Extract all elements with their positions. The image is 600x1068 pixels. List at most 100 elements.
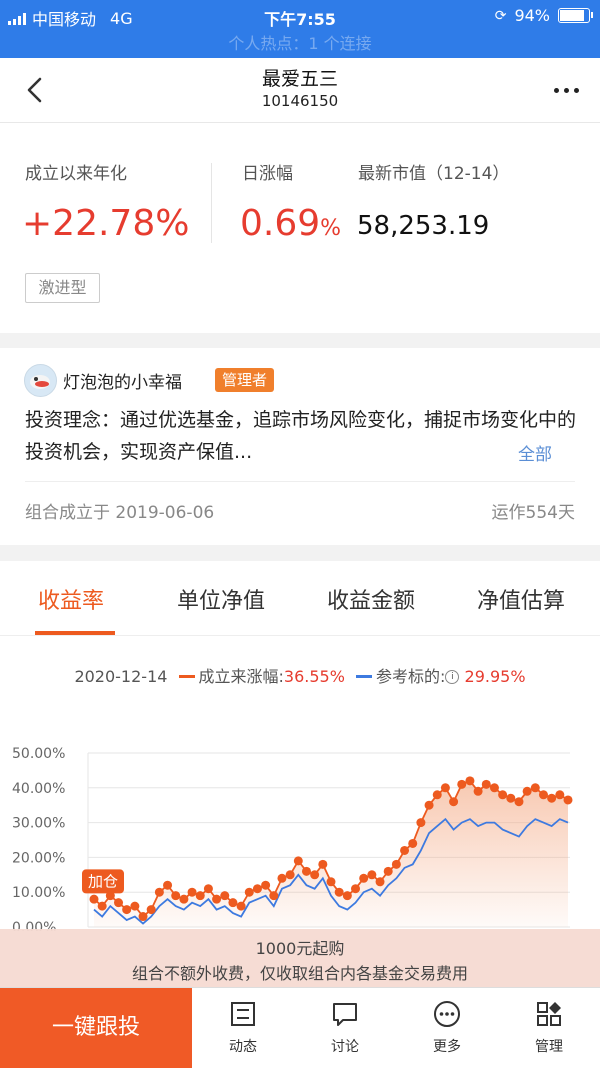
page-title: 最爱五三 xyxy=(261,68,338,90)
trade-point xyxy=(146,905,156,915)
trade-point xyxy=(473,786,483,796)
divider xyxy=(211,163,212,243)
portfolio-code: 10146150 xyxy=(261,92,339,110)
chart-legend: 2020-12-14 成立来涨幅:36.55% 参考标的: i 29.95% xyxy=(0,663,600,687)
bottom-item-more[interactable]: 更多 xyxy=(397,988,497,1068)
legend-benchmark-value: 29.95% xyxy=(464,667,526,686)
trade-point xyxy=(375,877,385,887)
trade-point xyxy=(114,898,124,908)
trade-point xyxy=(236,901,246,911)
hotspot-banner[interactable]: 个人热点：1 个连接 xyxy=(0,30,600,54)
y-tick-label: 20.00% xyxy=(12,850,65,866)
trade-point xyxy=(252,884,262,894)
trade-point xyxy=(122,905,132,915)
trade-point xyxy=(506,793,516,803)
return-chart[interactable]: 50.00%40.00%30.00%20.00%10.00%0.00%加仓 xyxy=(0,731,600,931)
portfolio-area xyxy=(94,780,568,927)
trade-point xyxy=(277,873,287,883)
legend-portfolio-value: 36.55% xyxy=(283,667,345,686)
manager-card: 灯泡泡的小幸福 管理者 投资理念：通过优选基金，追踪市场风险变化，捕捉市场变化中… xyxy=(0,348,600,545)
daily-change-value: 0.69% xyxy=(240,203,342,244)
annual-return-value: +22.78% xyxy=(22,203,190,244)
trade-point xyxy=(408,838,418,848)
trade-point xyxy=(171,891,181,901)
legend-date: 2020-12-14 xyxy=(74,667,168,686)
trade-point xyxy=(310,870,320,880)
bottom-bar: 一键跟投 动态 讨论 更多 管理 xyxy=(0,987,600,1068)
trade-point xyxy=(440,783,450,793)
trade-point xyxy=(457,779,467,789)
trade-point xyxy=(530,783,540,793)
annual-return-label: 成立以来年化 xyxy=(25,164,127,184)
bottom-item-label: 讨论 xyxy=(331,1039,359,1055)
tab-return-amount[interactable]: 收益金额 xyxy=(327,583,415,615)
y-tick-label: 30.00% xyxy=(12,816,65,832)
trade-point xyxy=(89,894,99,904)
nav-bar: 最爱五三 10146150 xyxy=(0,58,600,123)
daily-change-label: 日涨幅 xyxy=(242,164,293,184)
summary-card: 成立以来年化 +22.78% 日涨幅 0.69% 最新市值（12-14） 58,… xyxy=(0,123,600,333)
trade-point xyxy=(228,898,238,908)
bottom-item-label: 动态 xyxy=(229,1039,257,1055)
more-menu-icon[interactable] xyxy=(546,78,586,102)
trade-point xyxy=(261,880,271,890)
trade-point xyxy=(481,779,491,789)
trade-point xyxy=(212,894,222,904)
y-tick-label: 10.00% xyxy=(12,885,65,901)
legend-line-benchmark xyxy=(356,675,373,678)
trade-point xyxy=(179,894,189,904)
trade-point xyxy=(424,800,434,810)
trade-point xyxy=(269,891,279,901)
trade-point xyxy=(538,790,548,800)
more-circle-icon xyxy=(434,1001,460,1027)
trade-point xyxy=(97,901,107,911)
trade-point xyxy=(391,859,401,869)
tab-nav-estimate[interactable]: 净值估算 xyxy=(477,583,565,615)
founded-date: 组合成立于 2019-06-06 xyxy=(25,503,215,523)
trade-point xyxy=(383,866,393,876)
manage-grid-icon xyxy=(537,1002,561,1026)
buy-info-bar: 1000元起购 组合不额外收费，仅收取组合内各基金交易费用 xyxy=(0,929,600,987)
trade-point xyxy=(359,873,369,883)
bottom-item-discuss[interactable]: 讨论 xyxy=(295,988,395,1068)
svg-text:加仓: 加仓 xyxy=(88,872,118,890)
trade-point xyxy=(416,818,426,828)
trade-point xyxy=(342,891,352,901)
status-bar: 中国移动 4G 下午7:55 ⟳ 94% 个人热点：1 个连接 xyxy=(0,0,600,58)
bottom-item-label: 管理 xyxy=(535,1039,563,1055)
manager-name[interactable]: 灯泡泡的小幸福 xyxy=(63,368,182,393)
tab-unit-nav[interactable]: 单位净值 xyxy=(177,583,265,615)
avatar[interactable] xyxy=(24,364,57,397)
show-all-link[interactable]: 全部 xyxy=(518,440,552,465)
bottom-item-manage[interactable]: 管理 xyxy=(499,988,599,1068)
active-tab-indicator xyxy=(35,631,115,635)
trade-point xyxy=(547,793,557,803)
battery-icon xyxy=(558,8,593,23)
legend-line-portfolio xyxy=(178,675,195,678)
trade-point xyxy=(498,790,508,800)
fee-notice-text: 组合不额外收费，仅收取组合内各基金交易费用 xyxy=(131,964,468,983)
trade-point xyxy=(432,790,442,800)
y-tick-label: 50.00% xyxy=(12,746,65,762)
running-days: 运作554天 xyxy=(491,503,575,523)
info-icon[interactable]: i xyxy=(445,669,460,684)
trade-point xyxy=(195,891,205,901)
trade-point xyxy=(244,887,254,897)
market-value-label: 最新市值（12-14） xyxy=(358,164,510,184)
bottom-item-feed[interactable]: 动态 xyxy=(193,988,293,1068)
market-value: 58,253.19 xyxy=(357,211,490,241)
chart-tabs: 收益率 单位净值 收益金额 净值估算 xyxy=(0,561,600,636)
tab-return-rate[interactable]: 收益率 xyxy=(38,583,104,615)
investment-philosophy: 投资理念：通过优选基金，追踪市场风险变化，捕捉市场变化中的投资机会，实现资产保值… xyxy=(25,409,577,463)
risk-tag: 激进型 xyxy=(25,273,100,303)
trade-point xyxy=(489,783,499,793)
follow-invest-button[interactable]: 一键跟投 xyxy=(0,988,192,1068)
trade-point xyxy=(187,887,197,897)
trade-point xyxy=(285,870,295,880)
trade-point xyxy=(563,795,573,805)
trade-point xyxy=(449,797,459,807)
feed-icon xyxy=(231,1002,255,1026)
trade-point xyxy=(318,859,328,869)
legend-portfolio-label: 成立来涨幅: xyxy=(198,667,284,686)
min-purchase-text: 1000元起购 xyxy=(255,939,345,958)
